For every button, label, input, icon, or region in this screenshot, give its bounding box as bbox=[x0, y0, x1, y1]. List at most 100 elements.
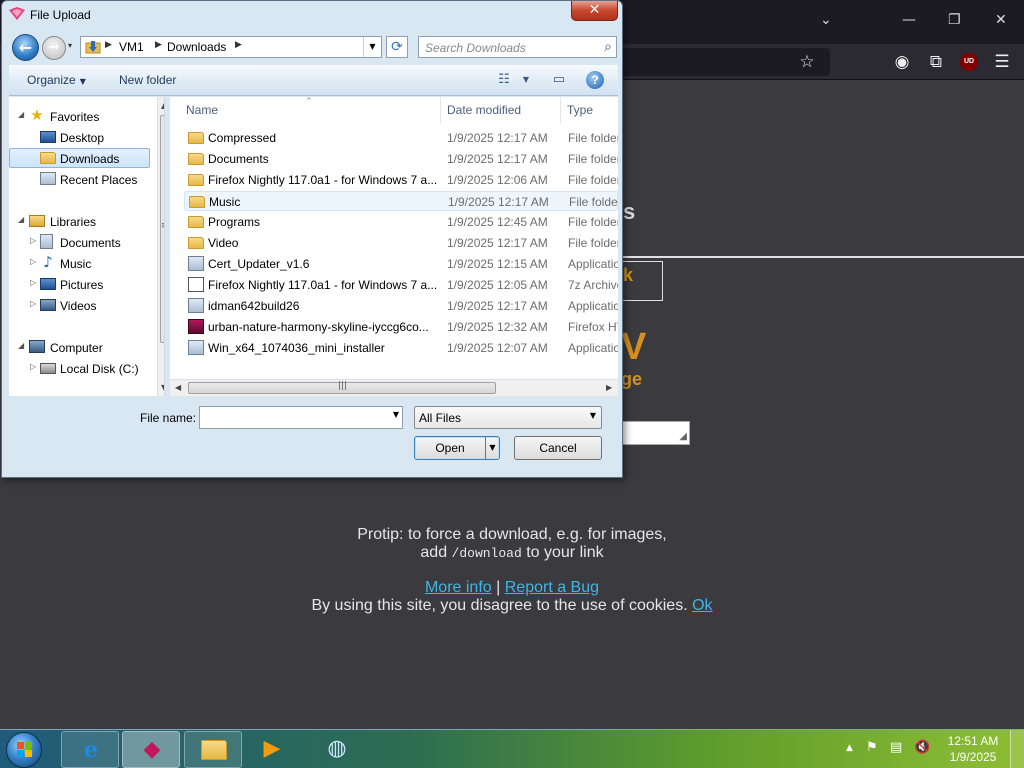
file-row[interactable]: Compressed 1/9/2025 12:17 AM File folder bbox=[184, 128, 618, 148]
expand-icon[interactable]: ▷ bbox=[30, 278, 36, 287]
expand-icon[interactable]: ▷ bbox=[30, 299, 36, 308]
nav-computer[interactable]: ◢ Computer bbox=[9, 337, 150, 357]
breadcrumb-downloads[interactable]: Downloads bbox=[167, 40, 226, 54]
collapse-icon[interactable]: ◢ bbox=[18, 110, 24, 119]
column-divider[interactable] bbox=[440, 97, 441, 123]
file-row[interactable]: Cert_Updater_v1.6 1/9/2025 12:15 AM Applic… bbox=[184, 254, 618, 274]
more-info-link[interactable]: More info bbox=[425, 579, 492, 596]
minimize-window-icon[interactable]: — bbox=[902, 12, 916, 28]
help-icon[interactable]: ? bbox=[586, 71, 604, 89]
collapse-icon[interactable]: ◢ bbox=[18, 215, 24, 224]
scroll-right-icon[interactable]: ▶ bbox=[606, 383, 612, 392]
expand-icon[interactable]: ▷ bbox=[30, 236, 36, 245]
nav-documents[interactable]: ▷ Documents bbox=[9, 232, 150, 252]
taskbar-internet-explorer[interactable]: e bbox=[61, 731, 119, 768]
extensions-icon[interactable]: ⧉ bbox=[926, 52, 946, 72]
close-window-icon[interactable]: ✕ bbox=[995, 12, 1007, 28]
file-type-filter[interactable]: All Files ▼ bbox=[414, 406, 602, 429]
url-textarea[interactable]: ◢ bbox=[622, 421, 690, 445]
view-options-dropdown-icon[interactable]: ▼ bbox=[517, 72, 535, 88]
show-hidden-icons[interactable]: ▲ bbox=[846, 743, 853, 753]
network-app-icon[interactable]: ◍ bbox=[322, 734, 352, 764]
nav-recent-places[interactable]: Recent Places bbox=[9, 169, 150, 189]
nav-favorites[interactable]: ◢ ★ Favorites bbox=[9, 106, 150, 126]
organize-button[interactable]: Organize ▼ bbox=[27, 73, 86, 87]
file-row[interactable]: Documents 1/9/2025 12:17 AM File folder bbox=[184, 149, 618, 169]
forward-button[interactable]: → bbox=[42, 36, 66, 60]
menu-icon[interactable]: ☰ bbox=[992, 52, 1012, 72]
file-type: File folder bbox=[568, 236, 618, 250]
nav-videos[interactable]: ▷ Videos bbox=[9, 295, 150, 315]
expand-icon[interactable]: ▷ bbox=[30, 257, 36, 266]
ublock-icon[interactable]: UD bbox=[960, 53, 978, 71]
cancel-button[interactable]: Cancel bbox=[514, 436, 602, 460]
navigation-scrollbar[interactable]: ▲ ≡ ▼ bbox=[157, 97, 164, 396]
back-button[interactable]: ← bbox=[12, 34, 39, 61]
nav-music[interactable]: ▷ ♪ Music bbox=[9, 253, 150, 273]
column-header-name[interactable]: Name bbox=[186, 103, 218, 117]
cookie-ok-link[interactable]: Ok bbox=[692, 597, 712, 614]
breadcrumb-vm1[interactable]: VM1 bbox=[119, 40, 144, 54]
address-dropdown-icon[interactable]: ▼ bbox=[363, 37, 381, 57]
change-view-icon[interactable]: ☷ bbox=[495, 72, 513, 88]
file-name-dropdown-icon[interactable]: ▼ bbox=[393, 410, 399, 419]
file-row[interactable]: Firefox Nightly 117.0a1 - for Windows 7 … bbox=[184, 275, 618, 295]
open-button[interactable]: Open ▼ bbox=[414, 436, 500, 460]
breadcrumb-separator-icon[interactable]: ▶ bbox=[155, 40, 162, 50]
action-center-icon[interactable]: ⚑ bbox=[866, 740, 878, 755]
column-header-type[interactable]: Type bbox=[567, 103, 593, 117]
network-icon[interactable]: ▤ bbox=[890, 740, 902, 755]
nav-local-disk[interactable]: ▷ Local Disk (C:) bbox=[9, 358, 150, 378]
file-type: File folder bbox=[568, 152, 618, 166]
file-row[interactable]: Win_x64_1074036_mini_installer 1/9/2025 1… bbox=[184, 338, 618, 358]
file-name-input[interactable]: ▼ bbox=[199, 406, 403, 429]
close-button[interactable]: ✕ bbox=[571, 1, 618, 21]
restore-window-icon[interactable]: ❐ bbox=[948, 12, 961, 28]
nav-desktop[interactable]: Desktop bbox=[9, 127, 150, 147]
file-row[interactable]: urban-nature-harmony-skyline-iyccg6co...… bbox=[184, 317, 618, 337]
file-row[interactable]: idman642build26 1/9/2025 12:17 AM Applicat… bbox=[184, 296, 618, 316]
scroll-left-icon[interactable]: ◀ bbox=[175, 383, 181, 392]
resize-grip-icon[interactable]: ◢ bbox=[679, 431, 687, 442]
volume-muted-icon[interactable]: 🔇 bbox=[914, 740, 930, 755]
file-row[interactable]: Video 1/9/2025 12:17 AM File folder bbox=[184, 233, 618, 253]
column-divider[interactable] bbox=[560, 97, 561, 123]
list-all-tabs-icon[interactable]: ⌄ bbox=[820, 12, 832, 28]
open-options-dropdown-icon[interactable]: ▼ bbox=[485, 437, 499, 459]
file-row[interactable]: Firefox Nightly 117.0a1 - for Windows 7 … bbox=[184, 170, 618, 190]
show-desktop-button[interactable] bbox=[1010, 730, 1024, 768]
file-type: File folder bbox=[568, 173, 618, 187]
breadcrumb-separator-icon[interactable]: ▶ bbox=[105, 40, 112, 50]
nav-downloads[interactable]: Downloads bbox=[9, 148, 150, 168]
bookmark-star-icon[interactable]: ☆ bbox=[797, 52, 817, 72]
taskbar-firefox-nightly[interactable]: ◆ bbox=[122, 731, 180, 768]
refresh-button[interactable]: ⟳ bbox=[386, 36, 408, 58]
start-button[interactable] bbox=[6, 732, 42, 768]
report-bug-link[interactable]: Report a Bug bbox=[505, 579, 599, 596]
new-folder-button[interactable]: New folder bbox=[119, 73, 176, 87]
collapse-icon[interactable]: ◢ bbox=[18, 341, 24, 350]
search-box[interactable]: Search Downloads ⌕ bbox=[418, 36, 617, 58]
column-header-date-modified[interactable]: Date modified bbox=[447, 103, 521, 117]
account-icon[interactable]: ◉ bbox=[892, 52, 912, 72]
clock-date: 1/9/2025 bbox=[949, 750, 997, 764]
divider bbox=[622, 256, 1024, 258]
recent-locations-icon[interactable]: ▾ bbox=[68, 41, 72, 50]
system-clock[interactable]: 12:51 AM 1/9/2025 bbox=[940, 733, 1006, 765]
file-row[interactable]: Music 1/9/2025 12:17 AM File folder bbox=[184, 191, 618, 211]
nav-pictures[interactable]: ▷ Pictures bbox=[9, 274, 150, 294]
scroll-up-icon[interactable]: ▲ bbox=[161, 101, 164, 110]
preview-pane-icon[interactable]: ▭ bbox=[550, 72, 568, 88]
chevron-down-icon[interactable]: ▼ bbox=[590, 411, 596, 420]
link-fragment[interactable]: k bbox=[623, 265, 633, 286]
media-player-icon[interactable]: ▶ bbox=[257, 734, 287, 764]
scroll-down-icon[interactable]: ▼ bbox=[161, 383, 164, 392]
nav-libraries[interactable]: ◢ Libraries bbox=[9, 211, 150, 231]
expand-icon[interactable]: ▷ bbox=[30, 362, 36, 371]
file-row[interactable]: Programs 1/9/2025 12:45 AM File folder bbox=[184, 212, 618, 232]
taskbar-file-explorer[interactable] bbox=[184, 731, 242, 768]
search-icon[interactable]: ⌕ bbox=[604, 39, 612, 55]
address-bar[interactable]: ▶ VM1 ▶ Downloads ▶ ▼ bbox=[80, 36, 382, 58]
breadcrumb-separator-icon[interactable]: ▶ bbox=[235, 40, 242, 50]
file-list-horizontal-scrollbar[interactable]: ◀ ||| ▶ bbox=[170, 379, 618, 396]
